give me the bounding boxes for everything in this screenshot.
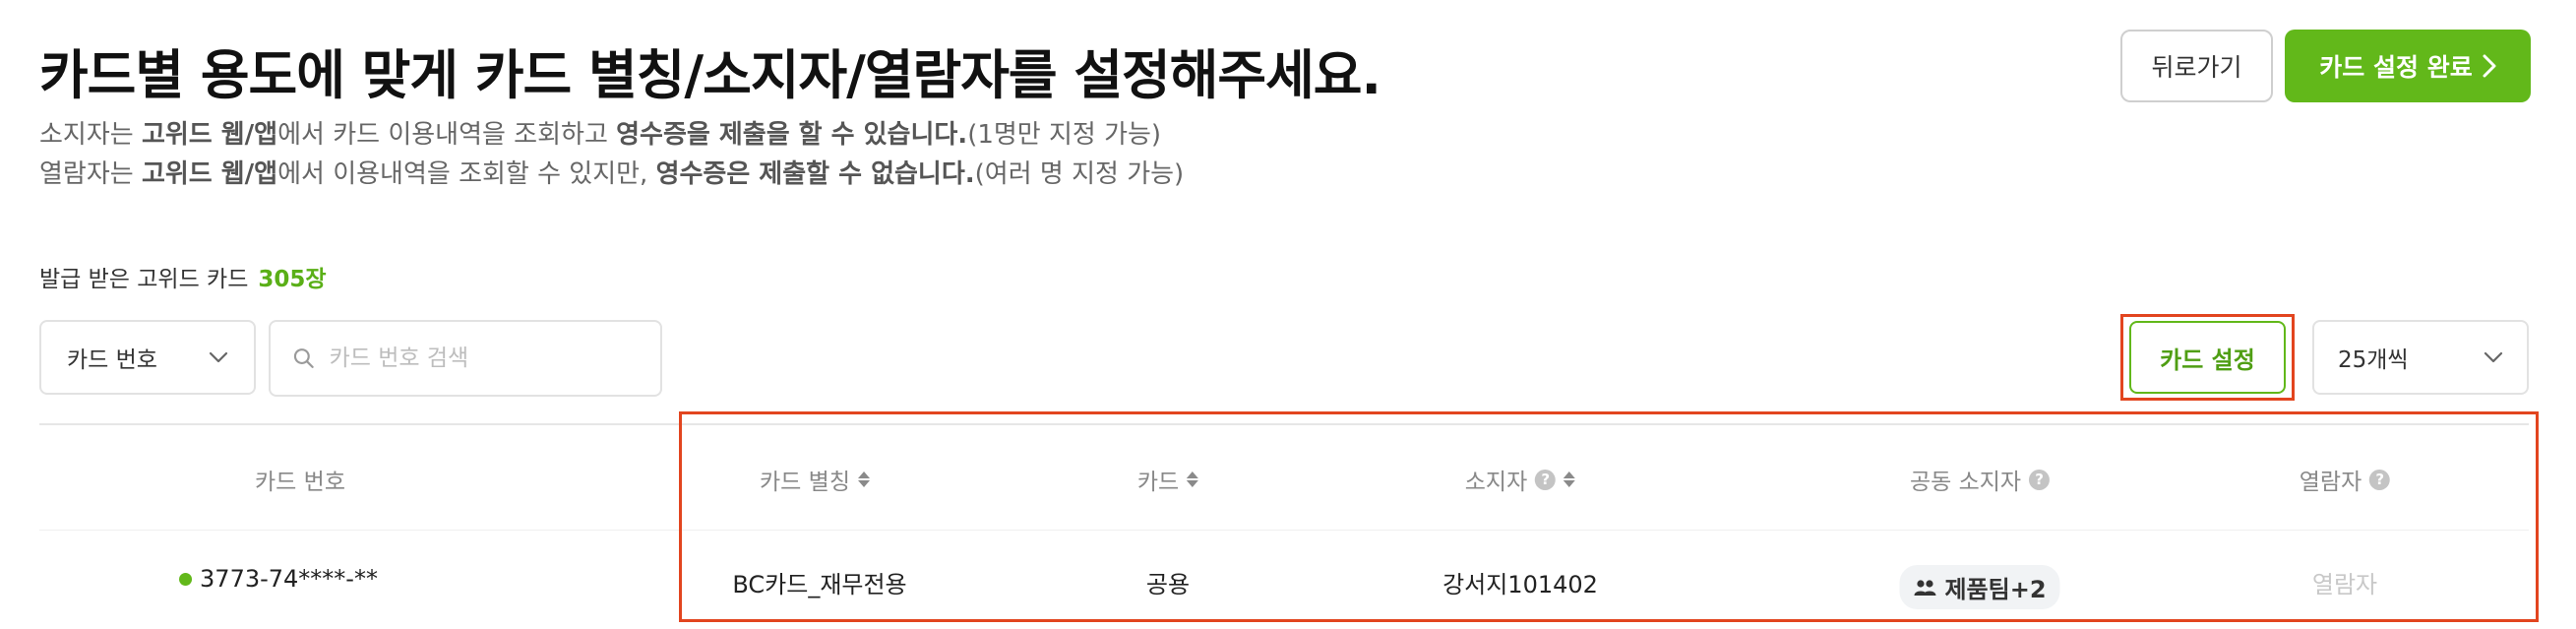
holder-description: 소지자는 고위드 웹/앱에서 카드 이용내역을 조회하고 영수증을 제출을 할 … xyxy=(39,120,1162,150)
issued-card-count: 발급 받은 고위드 카드 305장 xyxy=(39,260,327,293)
page-title: 카드별 용도에 맞게 카드 별칭/소지자/열람자를 설정해주세요. xyxy=(39,44,1381,106)
table-highlight xyxy=(679,411,2539,622)
search-type-select[interactable]: 카드 번호 xyxy=(39,320,256,395)
card-setting-button[interactable]: 카드 설정 xyxy=(2129,321,2286,394)
chevron-down-icon xyxy=(2484,351,2503,363)
search-icon xyxy=(293,348,314,368)
issued-count: 305장 xyxy=(258,267,327,292)
issued-label: 발급 받은 고위드 카드 xyxy=(39,267,249,292)
chevron-down-icon xyxy=(209,351,228,363)
status-dot-icon xyxy=(179,572,193,586)
search-type-value: 카드 번호 xyxy=(67,347,157,373)
column-header-card-number: 카드 번호 xyxy=(255,470,345,495)
page-size-select[interactable]: 25개씩 xyxy=(2312,320,2529,395)
complete-card-setup-label: 카드 설정 완료 xyxy=(2319,53,2473,82)
chevron-right-icon xyxy=(2483,54,2496,78)
page-size-value: 25개씩 xyxy=(2338,347,2409,373)
cell-card-number: 3773-74****-** xyxy=(179,565,378,593)
viewer-description: 열람자는 고위드 웹/앱에서 이용내역을 조회할 수 있지만, 영수증은 제출할… xyxy=(39,159,1185,189)
complete-card-setup-button[interactable]: 카드 설정 완료 xyxy=(2285,30,2531,102)
card-search-box[interactable] xyxy=(269,320,662,397)
card-search-input[interactable] xyxy=(329,346,639,371)
back-button[interactable]: 뒤로가기 xyxy=(2120,30,2273,102)
